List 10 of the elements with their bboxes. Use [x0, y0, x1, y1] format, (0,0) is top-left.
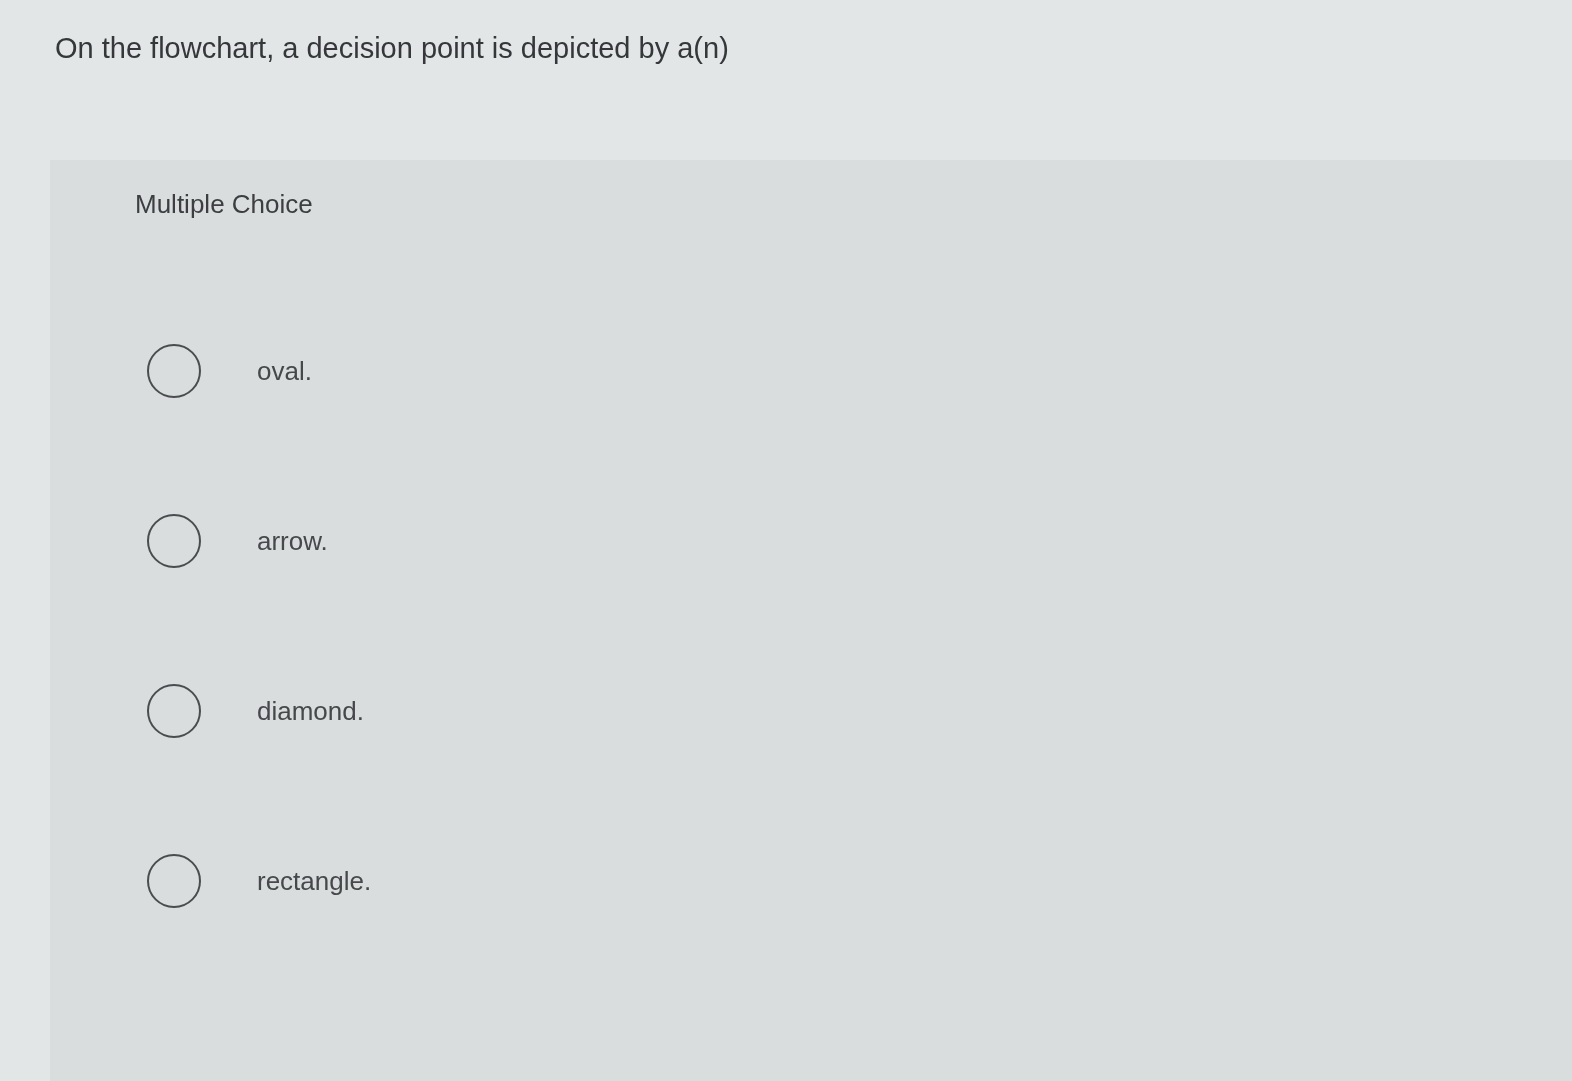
option-label: rectangle. — [257, 865, 372, 897]
question-text: On the flowchart, a decision point is depicted by a(n) — [55, 31, 729, 66]
radio-button[interactable] — [147, 684, 201, 738]
radio-button[interactable] — [147, 344, 201, 398]
option-label: diamond. — [257, 695, 364, 727]
option-label: arrow. — [257, 525, 328, 557]
radio-button[interactable] — [147, 514, 201, 568]
option-label: oval. — [257, 355, 312, 387]
section-heading: Multiple Choice — [135, 188, 313, 220]
radio-button[interactable] — [147, 854, 201, 908]
